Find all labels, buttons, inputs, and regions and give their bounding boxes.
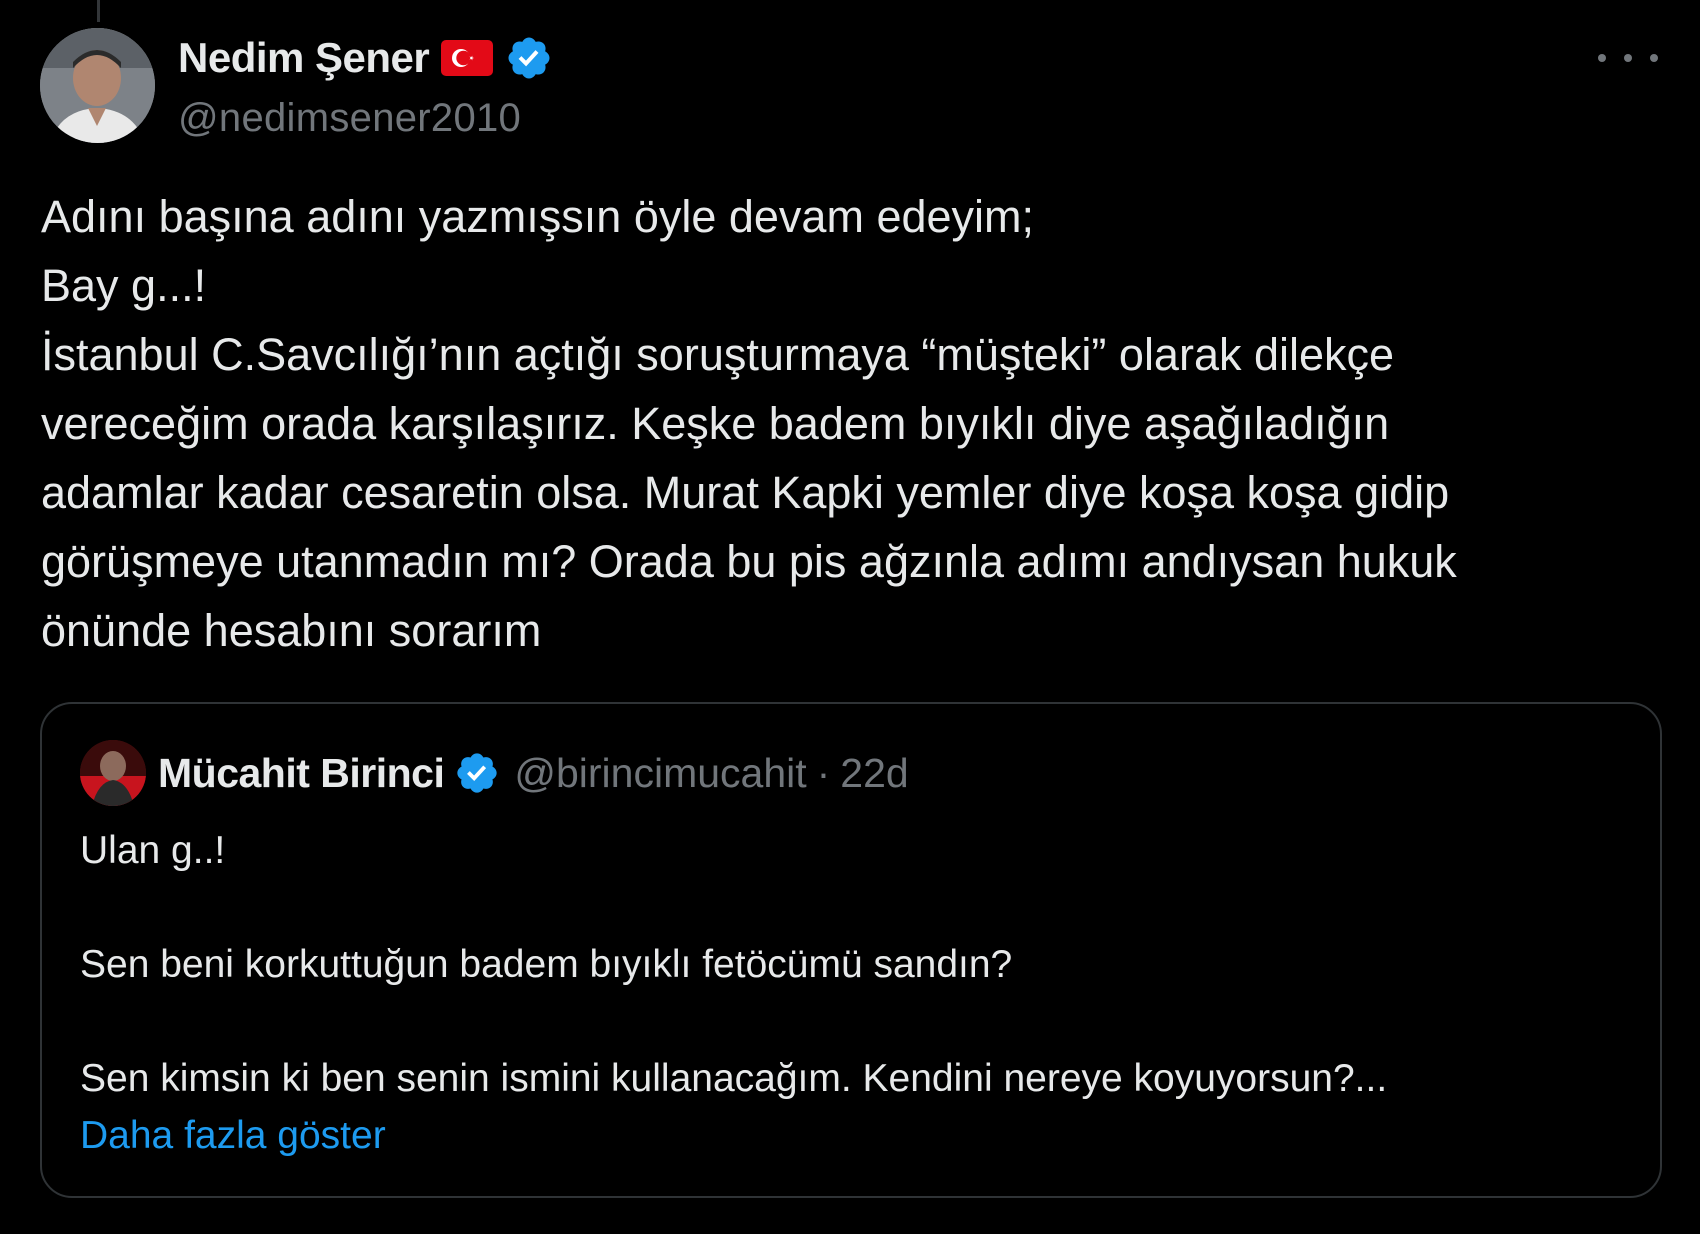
turkey-flag-icon — [441, 40, 494, 76]
author-info: Nedim Şener @nedimsener2010 — [178, 32, 553, 141]
tweet-text-line: vereceğim orada karşılaşırız. Keşke bade… — [41, 398, 1390, 449]
quoted-author-display-name[interactable]: Mücahit Birinci — [158, 750, 445, 797]
verified-badge-icon[interactable] — [454, 750, 500, 796]
more-dot — [1624, 54, 1632, 62]
quoted-text-line: Sen kimsin ki ben senin ismini kullanaca… — [80, 1057, 1388, 1100]
dot-separator: · — [816, 749, 831, 796]
tweet-text-line: İstanbul C.Savcılığı’nın açtığı soruştur… — [41, 329, 1395, 380]
quoted-author-handle[interactable]: @birincimucahit — [514, 750, 806, 797]
more-options-icon[interactable] — [1598, 40, 1658, 76]
author-avatar[interactable] — [40, 28, 155, 143]
author-display-name[interactable]: Nedim Şener — [178, 34, 430, 82]
verified-badge-icon[interactable] — [505, 34, 553, 82]
show-more-link[interactable]: Daha fazla göster — [80, 1107, 1640, 1164]
quoted-author-avatar[interactable] — [80, 740, 146, 806]
more-dot — [1598, 54, 1606, 62]
tweet-text-line: önünde hesabını sorarım — [41, 605, 542, 656]
tweet[interactable]: Nedim Şener @nedimsener2010 Adını başına… — [0, 0, 1700, 1234]
tweet-text: Adını başına adını yazmışsın öyle devam … — [41, 182, 1671, 665]
tweet-text-line: görüşmeye utanmadın mı? Orada bu pis ağz… — [41, 536, 1457, 587]
quoted-tweet-time[interactable]: 22d — [840, 750, 908, 797]
quoted-text-line: Sen beni korkuttuğun badem bıyıklı fetöc… — [80, 943, 1013, 986]
quoted-tweet-text: Ulan g..! Sen beni korkuttuğun badem bıy… — [80, 822, 1640, 1164]
more-dot — [1650, 54, 1658, 62]
tweet-text-line: Bay g...! — [41, 260, 207, 311]
author-handle[interactable]: @nedimsener2010 — [178, 96, 553, 141]
quoted-tweet[interactable]: Mücahit Birinci @birincimucahit · 22d Ul… — [40, 702, 1662, 1198]
quoted-tweet-header: Mücahit Birinci @birincimucahit · 22d — [80, 740, 909, 806]
quoted-text-line: Ulan g..! — [80, 829, 226, 872]
tweet-text-line: adamlar kadar cesaretin olsa. Murat Kapk… — [41, 467, 1450, 518]
tweet-text-line: Adını başına adını yazmışsın öyle devam … — [41, 191, 1035, 242]
